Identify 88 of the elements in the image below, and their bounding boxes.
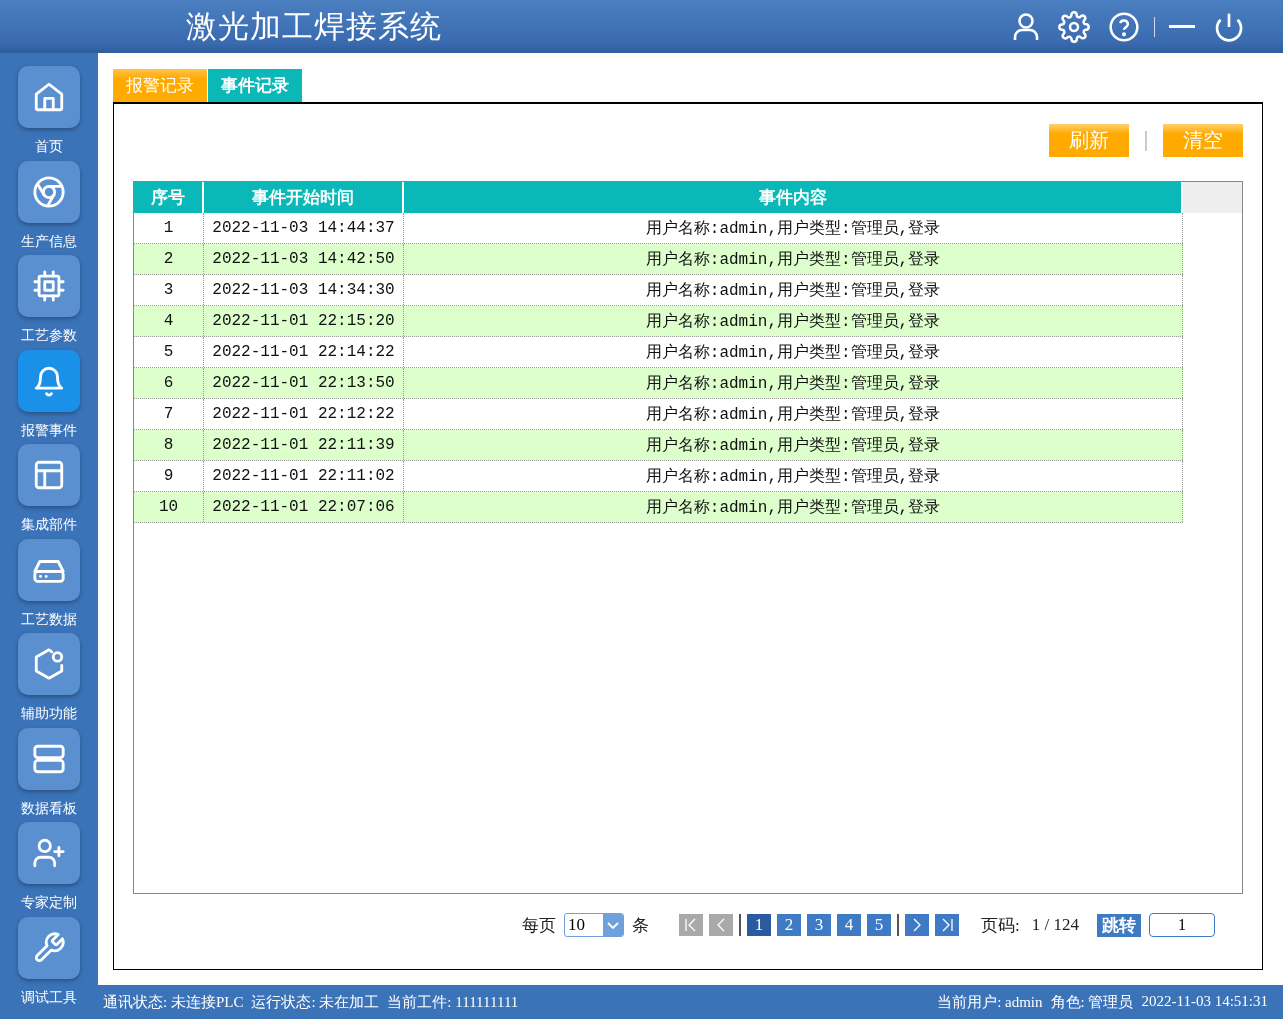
wrench-icon xyxy=(32,930,66,965)
page-button[interactable]: 1 xyxy=(747,914,772,936)
page-info: 1 / 124 xyxy=(1031,915,1079,935)
next-page-icon[interactable] xyxy=(905,914,930,936)
aperture-icon xyxy=(32,174,66,209)
nav-label: 调试工具 xyxy=(21,988,77,1007)
table-cell: 2022-11-01 22:14:22 xyxy=(204,337,404,367)
column-header: 事件内容 xyxy=(404,182,1183,213)
per-page-label: 每页 xyxy=(522,914,557,937)
nav-button[interactable] xyxy=(18,633,80,695)
chip-icon xyxy=(32,269,66,303)
nav-button[interactable] xyxy=(18,160,80,223)
table-cell: 6 xyxy=(134,368,204,398)
table-cell: 用户名称:admin,用户类型:管理员,登录 xyxy=(404,213,1183,243)
table-cell: 用户名称:admin,用户类型:管理员,登录 xyxy=(404,306,1183,336)
dropdown-caret-icon xyxy=(603,914,624,936)
nav-button[interactable] xyxy=(18,255,80,317)
table-cell: 用户名称:admin,用户类型:管理员,登录 xyxy=(404,430,1183,460)
hex-icon xyxy=(32,647,66,681)
nav-label: 集成部件 xyxy=(21,516,77,534)
page-label: 页码: xyxy=(981,914,1020,937)
table-cell: 用户名称:admin,用户类型:管理员,登录 xyxy=(404,399,1183,429)
nav-label: 辅助功能 xyxy=(21,705,77,723)
nav-label: 工艺参数 xyxy=(21,327,77,345)
status-text: 当前工件: 111111111 xyxy=(387,992,519,1012)
page-button[interactable]: 3 xyxy=(807,914,832,936)
table-cell: 2022-11-03 14:42:50 xyxy=(204,244,404,274)
table-cell: 10 xyxy=(134,492,204,522)
table-cell: 7 xyxy=(134,399,204,429)
layout-icon xyxy=(32,458,66,492)
table-cell: 用户名称:admin,用户类型:管理员,登录 xyxy=(404,492,1183,522)
page-button[interactable]: 4 xyxy=(837,914,862,936)
nav-button[interactable] xyxy=(18,538,80,601)
table-cell: 2022-11-01 22:15:20 xyxy=(204,306,404,336)
nav-label: 专家定制 xyxy=(21,894,77,912)
nav-button[interactable] xyxy=(18,727,80,790)
nav-label: 生产信息 xyxy=(21,232,77,251)
nav-button[interactable] xyxy=(18,444,80,506)
page-input[interactable]: 1 xyxy=(1149,913,1215,937)
nav-button[interactable] xyxy=(18,916,80,979)
nav-button[interactable] xyxy=(18,66,80,128)
table-cell: 1 xyxy=(134,213,204,243)
table-cell: 用户名称:admin,用户类型:管理员,登录 xyxy=(404,275,1183,305)
table-cell: 2022-11-03 14:34:30 xyxy=(204,275,404,305)
table-cell: 4 xyxy=(134,306,204,336)
column-header: 事件开始时间 xyxy=(204,182,404,213)
column-header: 序号 xyxy=(134,182,204,213)
userplus-icon xyxy=(32,836,66,870)
table-cell: 2022-11-01 22:11:39 xyxy=(204,430,404,460)
table-cell: 2022-11-03 14:44:37 xyxy=(204,213,404,243)
minimize-icon[interactable] xyxy=(1169,24,1195,29)
table-cell: 9 xyxy=(134,461,204,491)
table-cell: 用户名称:admin,用户类型:管理员,登录 xyxy=(404,368,1183,398)
table-cell: 用户名称:admin,用户类型:管理员,登录 xyxy=(404,337,1183,367)
help-icon[interactable] xyxy=(1108,10,1140,43)
nav-button[interactable] xyxy=(18,822,80,884)
table-cell: 2022-11-01 22:13:50 xyxy=(204,368,404,398)
nav-label: 首页 xyxy=(35,138,63,156)
status-text: 通讯状态: 未连接PLC xyxy=(103,992,244,1012)
table-cell: 2022-11-01 22:12:22 xyxy=(204,399,404,429)
status-text: 角色: 管理员 xyxy=(1050,992,1134,1012)
table-cell: 2022-11-01 22:07:06 xyxy=(204,492,404,522)
unit-label: 条 xyxy=(632,914,650,937)
nav-label: 工艺数据 xyxy=(21,610,77,629)
nav-label: 数据看板 xyxy=(21,799,77,818)
header-filler xyxy=(1183,182,1242,213)
nav-label: 报警事件 xyxy=(21,421,77,440)
status-text: 运行状态: 未在加工 xyxy=(251,992,380,1012)
table-cell: 3 xyxy=(134,275,204,305)
app-title: 激光加工焊接系统 xyxy=(186,7,442,46)
table-cell: 用户名称:admin,用户类型:管理员,登录 xyxy=(404,244,1183,274)
jump-button[interactable]: 跳转 xyxy=(1097,913,1141,937)
table-cell: 2022-11-01 22:11:02 xyxy=(204,461,404,491)
page-button[interactable]: 5 xyxy=(867,914,892,936)
table-cell: 5 xyxy=(134,337,204,367)
table-cell: 用户名称:admin,用户类型:管理员,登录 xyxy=(404,461,1183,491)
user-icon[interactable] xyxy=(1012,11,1040,42)
tab[interactable]: 事件记录 xyxy=(208,69,302,102)
per-page-select[interactable]: 10 xyxy=(564,913,625,937)
settings-icon[interactable] xyxy=(1058,10,1090,43)
nav-button[interactable] xyxy=(18,349,80,412)
home-icon xyxy=(32,80,66,114)
status-text: 当前用户: admin xyxy=(937,992,1043,1012)
last-page-icon[interactable] xyxy=(935,914,960,936)
page-button[interactable]: 2 xyxy=(777,914,802,936)
status-text: 2022-11-03 14:51:31 xyxy=(1141,992,1268,1011)
table-cell: 8 xyxy=(134,430,204,460)
table-cell: 2 xyxy=(134,244,204,274)
